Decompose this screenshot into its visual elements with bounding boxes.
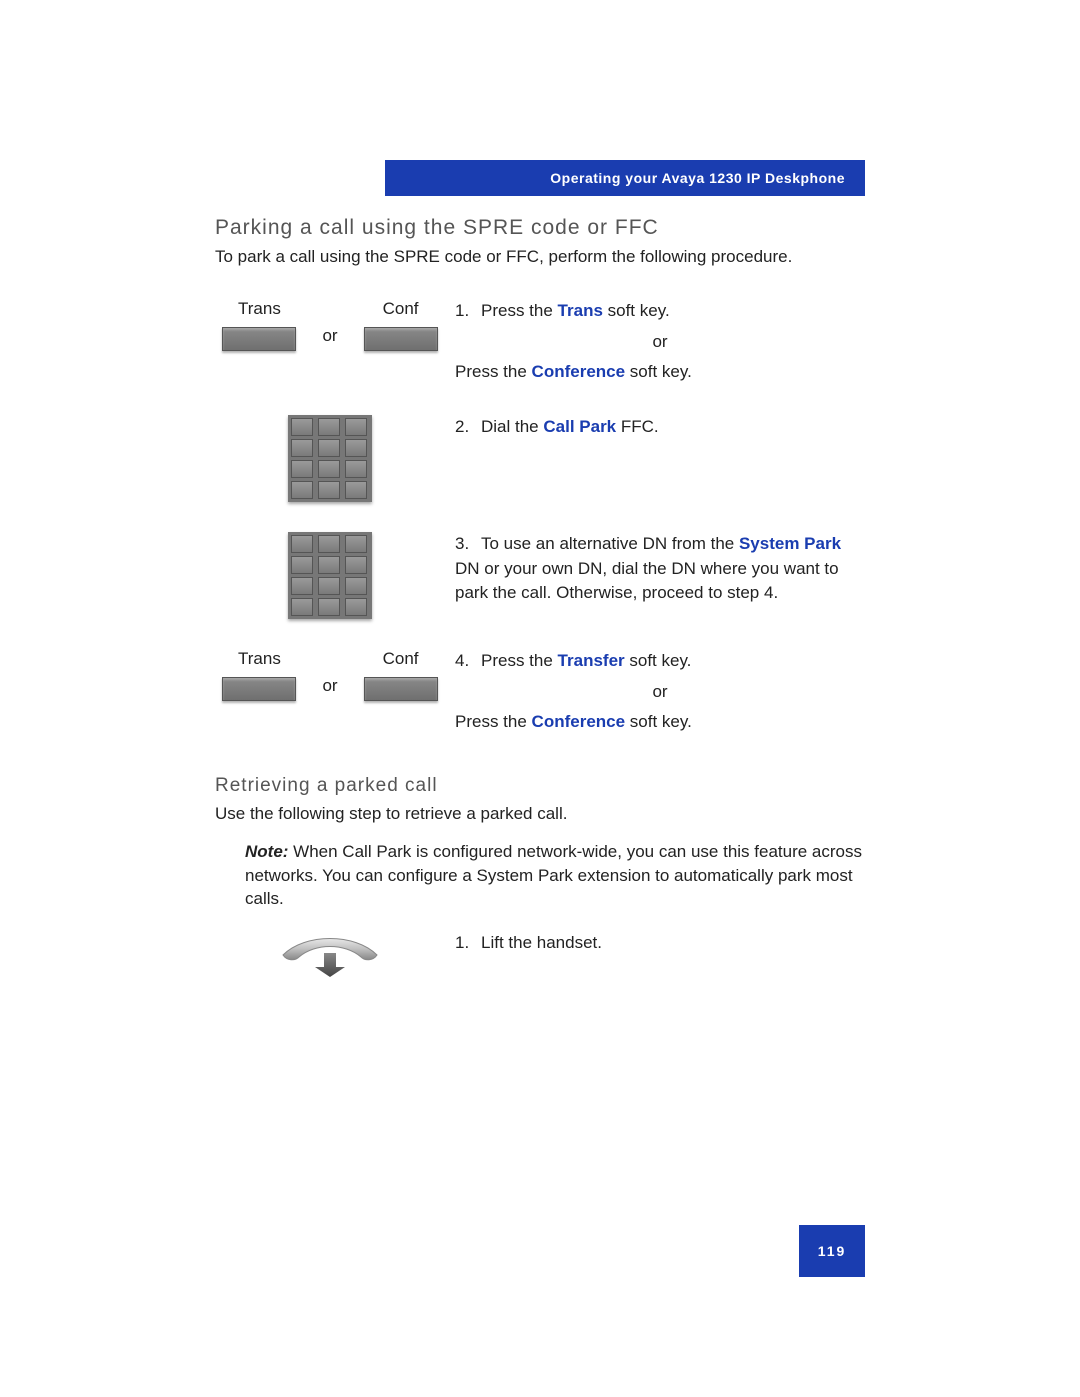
- section-title-retrieving: Retrieving a parked call: [215, 775, 865, 797]
- handset-icon: [275, 937, 385, 979]
- page-number: 119: [799, 1225, 865, 1277]
- softkey-graphic: Trans or Conf: [222, 299, 437, 351]
- note-text: Note: When Call Park is configured netwo…: [245, 840, 865, 911]
- section-title-parking: Parking a call using the SPRE code or FF…: [215, 216, 865, 240]
- section-intro-retrieving: Use the following step to retrieve a par…: [215, 803, 865, 826]
- chapter-header-text: Operating your Avaya 1230 IP Deskphone: [550, 170, 845, 186]
- chapter-header: Operating your Avaya 1230 IP Deskphone: [385, 160, 865, 196]
- section-intro-parking: To park a call using the SPRE code or FF…: [215, 246, 865, 269]
- step-1-text: 1.Press the Trans soft key. or Press the…: [445, 299, 865, 385]
- step-2-text: 2.Dial the Call Park FFC.: [445, 415, 865, 440]
- softkey-graphic: Trans or Conf: [222, 649, 437, 701]
- step-3-text: 3.To use an alternative DN from the Syst…: [445, 532, 865, 606]
- softkey-button-right: [364, 327, 438, 351]
- softkey-label-trans: Trans: [238, 649, 281, 669]
- softkey-or: or: [322, 326, 337, 351]
- retrieve-step-1: 1.Lift the handset.: [445, 931, 865, 956]
- softkey-label-conf: Conf: [383, 299, 419, 319]
- softkey-label-conf: Conf: [383, 649, 419, 669]
- softkey-or: or: [322, 676, 337, 701]
- keypad-icon: [288, 532, 372, 619]
- softkey-label-trans: Trans: [238, 299, 281, 319]
- keypad-icon: [288, 415, 372, 502]
- softkey-button-right: [364, 677, 438, 701]
- softkey-button-left: [222, 327, 296, 351]
- step-4-text: 4.Press the Transfer soft key. or Press …: [445, 649, 865, 735]
- softkey-button-left: [222, 677, 296, 701]
